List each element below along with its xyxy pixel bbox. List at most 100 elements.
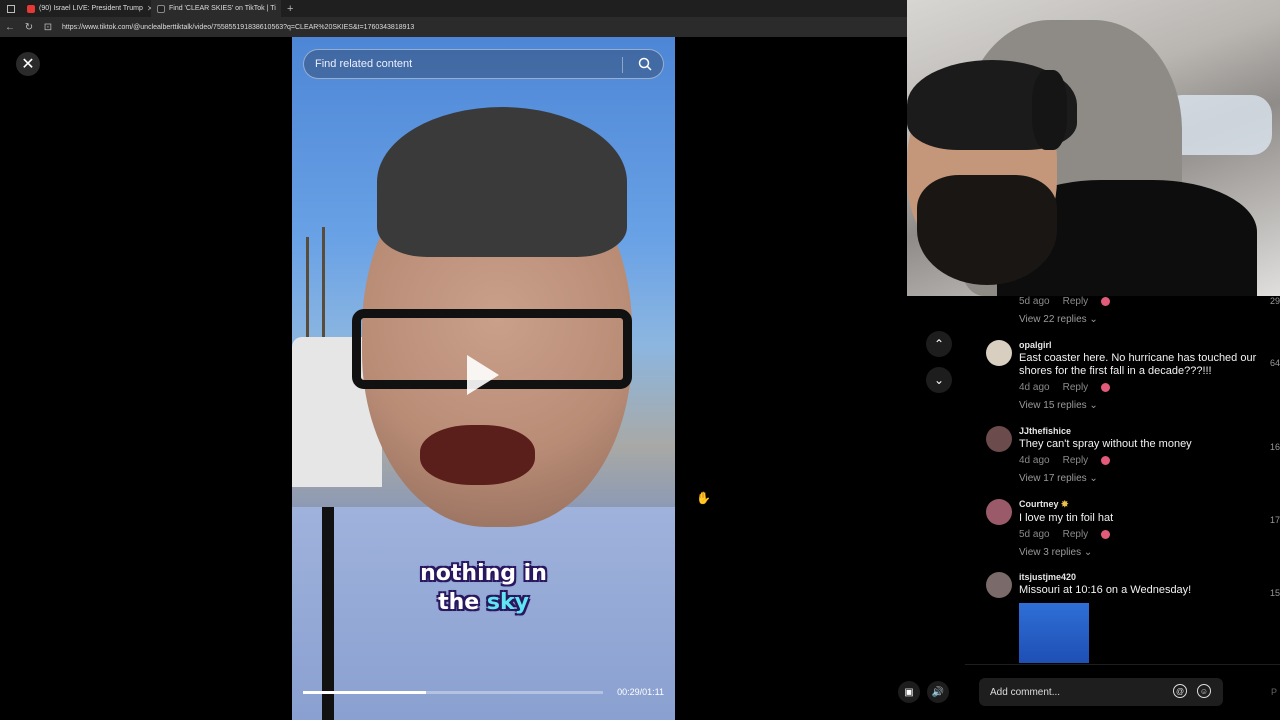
emoji-icon[interactable]: ☺ <box>1197 684 1211 698</box>
next-video-button[interactable]: ⌄ <box>926 367 952 393</box>
creator-liked-icon <box>1101 456 1111 465</box>
close-icon: ✕ <box>21 56 35 73</box>
back-icon[interactable]: ← <box>5 22 15 33</box>
url-field[interactable]: https://www.tiktok.com/@unclealberttikta… <box>62 24 414 31</box>
tab-label: Find 'CLEAR SKIES' on TikTok | Ti <box>169 5 276 12</box>
previous-video-button[interactable]: ⌃ <box>926 331 952 357</box>
creator-liked-icon <box>1101 530 1111 539</box>
caption-line-2: the sky <box>292 588 675 617</box>
comment-meta: 4d ago Reply <box>1019 455 1259 466</box>
view-replies-button[interactable]: View 22 replies ⌄ <box>1019 314 1259 325</box>
tab-tiktok[interactable]: Find 'CLEAR SKIES' on TikTok | Ti ✕ <box>151 0 281 17</box>
speaker-mouth <box>420 425 535 485</box>
chevron-down-icon: ⌄ <box>1089 473 1098 484</box>
address-bar: ← ↻ ⊡ https://www.tiktok.com/@unclealber… <box>0 17 908 37</box>
comment-image[interactable] <box>1019 603 1089 663</box>
comment-text: I love my tin foil hat <box>1019 512 1114 524</box>
caption-line-1: nothing in <box>420 561 547 586</box>
comment-body: itsjustjme420 Missouri at 10:16 on a Wed… <box>1019 572 1259 663</box>
like-count[interactable]: 17 <box>1270 515 1280 525</box>
like-count[interactable]: 29 <box>1270 296 1280 306</box>
comments-panel: 5d ago Reply View 22 replies ⌄ 29 opalgi… <box>965 296 1280 664</box>
comment-composer: Add comment... @ ☺ P <box>965 664 1280 720</box>
comment-username[interactable]: opalgirl <box>1019 340 1259 350</box>
avatar[interactable] <box>986 572 1012 598</box>
tab-label: (90) Israel LIVE: President Trump <box>39 5 143 12</box>
comment-body: JJthefishice They can't spray without th… <box>1019 426 1259 484</box>
related-search-input[interactable]: Find related content <box>303 49 664 79</box>
like-count[interactable]: 15 <box>1270 588 1280 598</box>
avatar[interactable] <box>986 499 1012 525</box>
mouse-cursor-icon: ✋ <box>696 491 711 505</box>
search-placeholder: Find related content <box>315 58 413 70</box>
chevron-down-icon: ⌄ <box>1083 547 1093 558</box>
like-count[interactable]: 16 <box>1270 442 1280 452</box>
comment-text: East coaster here. No hurricane has touc… <box>1019 352 1257 377</box>
chevron-down-icon: ⌄ <box>933 373 945 387</box>
add-comment-placeholder: Add comment... <box>990 686 1061 698</box>
new-tab-button[interactable]: + <box>281 3 299 15</box>
window-menu-icon[interactable] <box>7 4 15 13</box>
view-replies-button[interactable]: View 3 replies ⌄ <box>1019 547 1259 558</box>
view-replies-button[interactable]: View 15 replies ⌄ <box>1019 400 1259 411</box>
play-icon[interactable] <box>467 355 499 395</box>
youtube-favicon-icon <box>27 4 35 13</box>
headset <box>1032 70 1067 150</box>
tiktok-favicon-icon <box>157 4 165 13</box>
volume-icon: 🔊 <box>931 686 945 698</box>
floating-player-button[interactable]: ▣ <box>898 681 920 703</box>
comment-time: 4d ago <box>1019 455 1050 466</box>
speaker-hair <box>377 107 627 257</box>
caption-highlight-word: sky <box>486 590 529 615</box>
comment-username[interactable]: Courtney ✸ <box>1019 499 1259 510</box>
comment-text: Missouri at 10:16 on a Wednesday! <box>1019 584 1192 596</box>
volume-button[interactable]: 🔊 <box>927 681 949 703</box>
video-caption: nothing in the sky <box>292 559 675 617</box>
mention-icon[interactable]: @ <box>1173 684 1187 698</box>
avatar[interactable] <box>986 340 1012 366</box>
site-info-icon[interactable]: ⊡ <box>43 22 53 33</box>
comment-text: They can't spray without the money <box>1019 438 1192 450</box>
browser-tab-bar: (90) Israel LIVE: President Trump ✕ Find… <box>0 0 908 17</box>
video-time: 00:29/01:11 <box>617 687 664 697</box>
avatar[interactable] <box>986 426 1012 452</box>
view-replies-label: View 15 replies <box>1019 400 1087 411</box>
reply-button[interactable]: Reply <box>1063 529 1089 540</box>
comment-username[interactable]: JJthefishice <box>1019 426 1259 436</box>
video-progress-bar[interactable] <box>303 691 603 694</box>
reply-button[interactable]: Reply <box>1063 296 1089 307</box>
comment-meta: 5d ago Reply <box>1019 296 1259 307</box>
video-progress-fill <box>303 691 426 694</box>
chevron-down-icon: ⌄ <box>1089 314 1098 325</box>
add-comment-input[interactable]: Add comment... @ ☺ <box>979 678 1223 706</box>
caption-word: the <box>438 590 480 615</box>
comment-time: 5d ago <box>1019 296 1050 307</box>
streamer-beard <box>917 175 1057 285</box>
video-player[interactable]: Find related content nothing in the sky … <box>292 37 675 720</box>
sun-badge-icon: ✸ <box>1061 499 1069 509</box>
reply-button[interactable]: Reply <box>1063 455 1089 466</box>
creator-liked-icon <box>1101 297 1111 306</box>
creator-liked-icon <box>1101 383 1111 392</box>
comment-body: 5d ago Reply View 22 replies ⌄ <box>1019 296 1259 325</box>
post-button[interactable]: P <box>1271 687 1277 697</box>
comment-time: 4d ago <box>1019 382 1050 393</box>
chevron-down-icon: ⌄ <box>1089 400 1098 411</box>
close-video-button[interactable]: ✕ <box>16 52 40 76</box>
comment-username[interactable]: itsjustjme420 <box>1019 572 1259 582</box>
reply-button[interactable]: Reply <box>1063 382 1089 393</box>
comment-body: Courtney ✸ I love my tin foil hat 5d ago… <box>1019 499 1259 558</box>
view-replies-label: View 17 replies <box>1019 473 1087 484</box>
search-icon[interactable] <box>638 57 652 71</box>
view-replies-button[interactable]: View 17 replies ⌄ <box>1019 473 1259 484</box>
webcam-overlay <box>907 0 1280 296</box>
comment-meta: 4d ago Reply <box>1019 382 1259 393</box>
comment-username-text: Courtney <box>1019 499 1059 509</box>
search-divider <box>622 57 623 73</box>
like-count[interactable]: 64 <box>1270 358 1280 368</box>
reload-icon[interactable]: ↻ <box>24 22 34 33</box>
tab-youtube[interactable]: (90) Israel LIVE: President Trump ✕ <box>21 0 151 17</box>
chevron-up-icon: ⌃ <box>933 337 945 351</box>
tiktok-page: ✕ Find related content nothing in the sk… <box>0 37 952 720</box>
comment-time: 5d ago <box>1019 529 1050 540</box>
